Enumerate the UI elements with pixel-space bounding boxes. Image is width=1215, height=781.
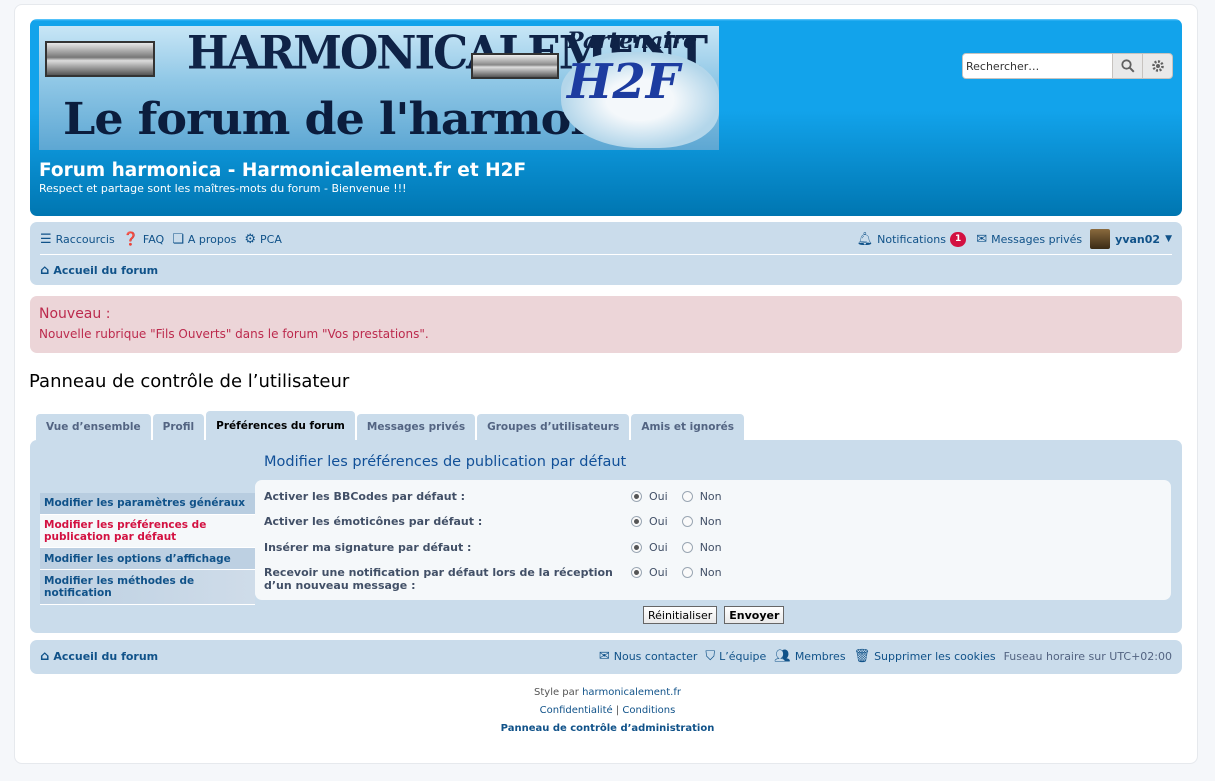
navbar-divider — [40, 254, 1172, 255]
h2f-logo: H2F — [567, 54, 680, 110]
announcement-notice: Nouveau : Nouvelle rubrique "Fils Ouvert… — [30, 296, 1182, 353]
breadcrumb-home[interactable]: ⌂ Accueil du forum — [40, 263, 158, 278]
notifications-link[interactable]: 🔔︎ Notifications 1 — [856, 231, 967, 247]
radio-yes[interactable] — [631, 567, 642, 578]
search-input[interactable] — [963, 54, 1113, 78]
signature-yes-option[interactable]: Oui — [631, 541, 668, 554]
envelope-icon: ✉ — [598, 649, 610, 664]
separator: | — [615, 705, 620, 716]
ucp-tabs: Vue d’ensemble Profil Préférences du for… — [36, 411, 746, 440]
shortcuts-link[interactable]: ☰ Raccourcis — [40, 232, 115, 247]
notice-title: Nouveau : — [39, 306, 111, 322]
notice-message: Nouvelle rubrique "Fils Ouverts" dans le… — [39, 327, 429, 341]
copy-icon: ❏ — [172, 231, 184, 247]
tab-private-messages[interactable]: Messages privés — [356, 414, 476, 440]
radio-no[interactable] — [681, 491, 693, 502]
user-menu[interactable]: yvan02 ▼ — [1090, 229, 1172, 249]
notify-yes-option[interactable]: Oui — [631, 566, 668, 579]
footer-navbar: ⌂ Accueil du forum ✉ Nous contacter ⛉ L’équ… — [30, 640, 1182, 674]
bbcode-no-option[interactable]: Non — [681, 490, 722, 503]
radio-no[interactable] — [681, 542, 693, 553]
faq-link[interactable]: ❓ FAQ — [123, 232, 165, 247]
menu-item-display-options[interactable]: Modifier les options d’affichage — [40, 548, 255, 570]
timezone-info: Fuseau horaire sur UTC+02:00 — [1003, 650, 1172, 663]
reset-button[interactable]: Réinitialiser — [643, 606, 718, 624]
bbcode-row: Activer les BBCodes par défaut : Oui Non — [264, 490, 1164, 503]
ucp-side-menu: Modifier les paramètres généraux Modifie… — [40, 493, 255, 605]
style-credit: Style par harmonicalement.fr — [534, 687, 681, 698]
tab-forum-preferences[interactable]: Préférences du forum — [206, 411, 355, 440]
radio-yes[interactable] — [631, 491, 642, 502]
bbcode-yes-option[interactable]: Oui — [631, 490, 668, 503]
search-button[interactable] — [1113, 54, 1143, 78]
radio-no[interactable] — [681, 567, 693, 578]
members-link[interactable]: 👥︎ Membres — [774, 649, 845, 664]
row-label: Activer les BBCodes par défaut : — [264, 490, 466, 503]
private-messages-link[interactable]: ✉ Messages privés — [976, 232, 1082, 247]
harmonica-image-2 — [471, 53, 559, 79]
gear-icon — [1151, 60, 1164, 72]
harmonica-image — [45, 41, 155, 77]
legal-links: Confidentialité | Conditions — [0, 705, 1215, 716]
site-description: Respect et partage sont les maîtres-mots… — [39, 182, 407, 195]
smilies-row: Activer les émoticônes par défaut : Oui … — [264, 515, 1164, 528]
row-label: Activer les émoticônes par défaut : — [264, 515, 483, 528]
tab-friends-foes[interactable]: Amis et ignorés — [631, 414, 745, 440]
submit-button[interactable]: Envoyer — [724, 606, 785, 624]
cogs-icon: ⚙ — [244, 231, 256, 247]
avatar — [1090, 229, 1111, 249]
users-icon: 👥︎ — [774, 649, 791, 664]
acp-link-row: Panneau de contrôle d’administration — [0, 723, 1215, 734]
home-icon: ⌂ — [40, 649, 50, 664]
row-label: Recevoir une notification par défaut lor… — [264, 566, 613, 592]
question-circle-icon: ❓ — [122, 231, 139, 247]
menu-item-global-settings[interactable]: Modifier les paramètres généraux — [40, 493, 255, 515]
radio-yes[interactable] — [631, 516, 642, 527]
admin-panel-link[interactable]: Panneau de contrôle d’administration — [501, 723, 715, 734]
navbar: ☰ Raccourcis ❓ FAQ ❏ A propos ⚙ PCA 🔔︎ Notifi… — [30, 222, 1182, 285]
shield-icon: ⛉ — [705, 649, 716, 664]
smilies-yes-option[interactable]: Oui — [631, 515, 668, 528]
search-box — [962, 53, 1173, 79]
notify-row: Recevoir une notification par défaut lor… — [264, 566, 1164, 592]
team-link[interactable]: ⛉ L’équipe — [705, 649, 766, 664]
terms-link[interactable]: Conditions — [622, 705, 675, 716]
home-icon: ⌂ — [40, 262, 50, 278]
radio-no[interactable] — [681, 516, 693, 527]
delete-cookies-link[interactable]: 🗑︎ Supprimer les cookies — [854, 649, 996, 664]
form-buttons: Réinitialiser Envoyer — [643, 606, 791, 624]
site-title: Forum harmonica - Harmonicalement.fr et … — [39, 160, 527, 181]
timezone-value: UTC+02:00 — [1109, 650, 1172, 663]
inbox-icon: ✉ — [976, 231, 988, 247]
tab-profile[interactable]: Profil — [152, 414, 205, 440]
menu-item-notification-methods[interactable]: Modifier les méthodes de notification — [40, 570, 255, 605]
contact-link[interactable]: ✉ Nous contacter — [599, 649, 698, 664]
caret-down-icon: ▼ — [1165, 234, 1172, 244]
smilies-no-option[interactable]: Non — [681, 515, 722, 528]
notify-no-option[interactable]: Non — [681, 566, 722, 579]
notifications-badge: 1 — [949, 231, 967, 247]
signature-no-option[interactable]: Non — [681, 541, 722, 554]
menu-item-posting-defaults[interactable]: Modifier les préférences de publication … — [40, 515, 255, 548]
style-credit-link[interactable]: harmonicalement.fr — [582, 687, 681, 698]
trash-icon: 🗑︎ — [853, 649, 871, 664]
privacy-link[interactable]: Confidentialité — [540, 705, 613, 716]
bell-icon: 🔔︎ — [856, 231, 874, 247]
tab-usergroups[interactable]: Groupes d’utilisateurs — [477, 414, 630, 440]
tab-overview[interactable]: Vue d’ensemble — [36, 414, 151, 440]
page-title: Panneau de contrôle de l’utilisateur — [29, 371, 350, 392]
footer-home-link[interactable]: ⌂ Accueil du forum — [40, 649, 158, 664]
pca-link[interactable]: ⚙ PCA — [244, 232, 282, 247]
banner-partner-label: Partenaire — [567, 28, 698, 54]
radio-yes[interactable] — [631, 542, 642, 553]
forum-banner-logo[interactable]: HARMONICALEMENT Le forum de l'harmonica … — [39, 26, 719, 150]
form-title: Modifier les préférences de publication … — [264, 454, 627, 470]
about-link[interactable]: ❏ A propos — [172, 232, 236, 247]
row-label: Insérer ma signature par défaut : — [264, 541, 472, 554]
signature-row: Insérer ma signature par défaut : Oui No… — [264, 541, 1164, 554]
advanced-search-button[interactable] — [1143, 54, 1172, 78]
search-icon — [1120, 59, 1135, 73]
bars-icon: ☰ — [40, 231, 52, 247]
